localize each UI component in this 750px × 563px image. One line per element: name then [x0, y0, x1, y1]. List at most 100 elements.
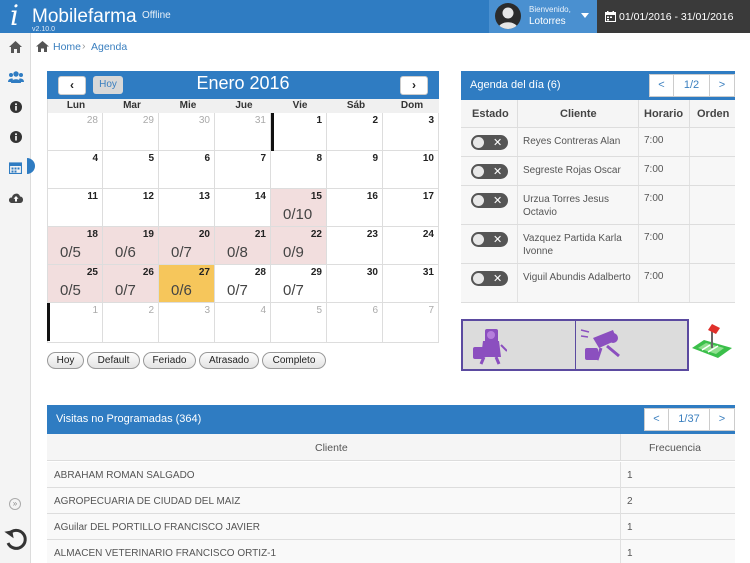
calendar-day-cell[interactable]: 29 0/7	[271, 265, 327, 303]
calendar-day-cell[interactable]: 27 0/6	[159, 265, 215, 303]
calendar-day-cell[interactable]: 18 0/5	[47, 227, 103, 265]
calendar-day-cell[interactable]: 31	[383, 265, 439, 303]
calendar-day-cell[interactable]: 24	[383, 227, 439, 265]
day-number: 25	[86, 267, 98, 278]
visit-status-toggle[interactable]: ✕	[471, 193, 508, 208]
weekday-label: Dom	[400, 100, 424, 111]
legend-hoy-button[interactable]: Hoy	[47, 352, 84, 369]
sidebar-item-sync[interactable]	[0, 183, 31, 211]
calendar-day-cell[interactable]: 13	[159, 189, 215, 227]
calendar-day-cell[interactable]: 31	[215, 113, 271, 151]
legend-completo-button[interactable]: Completo	[262, 352, 326, 369]
map-pin-icon[interactable]	[690, 322, 734, 365]
calendar-day-cell[interactable]: 16	[327, 189, 383, 227]
calendar-day-cell[interactable]: 2	[103, 303, 159, 343]
calendar-day-cell[interactable]: 15 0/10	[271, 189, 327, 227]
table-row[interactable]: ABRAHAM ROMAN SALGADO 1	[47, 462, 735, 488]
calendar-day-cell[interactable]: 8	[271, 151, 327, 189]
legend-atrasado-button[interactable]: Atrasado	[199, 352, 259, 369]
calendar-day-cell[interactable]: 3	[383, 113, 439, 151]
agenda-row[interactable]: ✕ Vazquez Partida Karla Ivonne 7:00	[461, 225, 735, 264]
calendar-day-cell[interactable]: 1	[47, 303, 103, 343]
column-header-frecuencia: Frecuencia	[621, 434, 735, 461]
calendar-day-cell[interactable]: 25 0/5	[47, 265, 103, 303]
day-number: 16	[366, 191, 378, 202]
calendar-day-cell[interactable]: 5	[103, 151, 159, 189]
table-row[interactable]: AGROPECUARIA DE CIUDAD DEL MAIZ 2	[47, 488, 735, 514]
legend-feriado-button[interactable]: Feriado	[143, 352, 196, 369]
sidebar-item-info-1[interactable]	[0, 93, 31, 121]
today-button[interactable]: Hoy	[93, 76, 123, 94]
calendar-day-cell[interactable]: 1	[271, 113, 327, 151]
table-row[interactable]: ALMACEN VETERINARIO FRANCISCO ORTIZ-1 1	[47, 540, 735, 563]
toggle-knob	[473, 137, 484, 148]
calendar-day-cell[interactable]: 30	[327, 265, 383, 303]
calendar-day-cell[interactable]: 5	[271, 303, 327, 343]
calendar-day-cell[interactable]: 7	[383, 303, 439, 343]
calendar-day-cell[interactable]: 17	[383, 189, 439, 227]
visit-count: 0/10	[283, 206, 313, 223]
visit-count: 0/8	[227, 244, 248, 261]
breadcrumb-home-link[interactable]: Home	[53, 41, 81, 53]
pager-prev-button[interactable]: <	[650, 75, 674, 96]
calendar-icon	[9, 161, 22, 174]
agenda-row[interactable]: ✕ Segreste Rojas Oscar 7:00	[461, 157, 735, 186]
calendar-day-cell[interactable]: 21 0/8	[215, 227, 271, 265]
agenda-row[interactable]: ✕ Reyes Contreras Alan 7:00	[461, 128, 735, 157]
prev-month-button[interactable]: ‹	[58, 76, 86, 95]
sidebar-item-info-2[interactable]	[0, 123, 31, 151]
calendar-day-cell[interactable]: 11	[47, 189, 103, 227]
calendar-day-cell[interactable]: 29	[103, 113, 159, 151]
pager-prev-button[interactable]: <	[645, 409, 669, 430]
calendar-day-cell[interactable]: 4	[47, 151, 103, 189]
calendar-day-cell[interactable]: 4	[215, 303, 271, 343]
calendar-day-cell[interactable]: 22 0/9	[271, 227, 327, 265]
welcome-text: Bienvenido,	[529, 5, 571, 14]
visit-status-toggle[interactable]: ✕	[471, 232, 508, 247]
visit-status-toggle[interactable]: ✕	[471, 135, 508, 150]
calendar-day-cell[interactable]: 14	[215, 189, 271, 227]
agenda-row[interactable]: ✕ Viguil Abundis Adalberto 7:00	[461, 264, 735, 303]
calendar-day-cell[interactable]: 28	[47, 113, 103, 151]
walking-vendor-icon[interactable]	[467, 325, 508, 370]
calendar-day-cell[interactable]: 20 0/7	[159, 227, 215, 265]
calendar-day-cell[interactable]: 28 0/7	[215, 265, 271, 303]
visit-status-toggle[interactable]: ✕	[471, 164, 508, 179]
next-month-button[interactable]: ›	[400, 76, 428, 95]
running-vendor-icon[interactable]	[579, 326, 627, 371]
horario-cell	[639, 264, 690, 302]
pager-next-button[interactable]: >	[710, 75, 734, 96]
legend-default-button[interactable]: Default	[87, 352, 140, 369]
table-row[interactable]: AGuilar DEL PORTILLO FRANCISCO JAVIER 1	[47, 514, 735, 540]
visit-status-toggle[interactable]: ✕	[471, 271, 508, 286]
visit-time: 7:00	[644, 135, 664, 146]
info-icon	[9, 101, 22, 113]
day-number: 20	[198, 229, 210, 240]
calendar-day-cell[interactable]: 2	[327, 113, 383, 151]
collapse-sidebar-button[interactable]: »	[9, 498, 21, 510]
calendar-day-cell[interactable]: 7	[215, 151, 271, 189]
calendar-day-cell[interactable]: 23	[327, 227, 383, 265]
refresh-button[interactable]	[3, 527, 29, 553]
calendar-day-cell[interactable]: 9	[327, 151, 383, 189]
calendar-day-cell[interactable]: 26 0/7	[103, 265, 159, 303]
calendar-day-cell[interactable]: 3	[159, 303, 215, 343]
date-range-picker[interactable]: 01/01/2016 - 31/01/2016	[597, 0, 750, 33]
visit-frequency: 1	[627, 548, 633, 559]
sidebar-item-home[interactable]	[0, 33, 31, 61]
calendar: ‹ Hoy Enero 2016 › Lun Mar Mie Jue Vie S…	[47, 71, 439, 345]
calendar-day-cell[interactable]: 30	[159, 113, 215, 151]
user-menu[interactable]: Bienvenido, Lotorres	[489, 0, 597, 33]
calendar-day-cell[interactable]: 19 0/6	[103, 227, 159, 265]
calendar-day-cell[interactable]: 6	[159, 151, 215, 189]
close-icon: ✕	[493, 273, 503, 285]
sidebar: »	[0, 33, 35, 563]
column-divider	[620, 514, 621, 540]
calendar-day-cell[interactable]: 6	[327, 303, 383, 343]
calendar-day-cell[interactable]: 10	[383, 151, 439, 189]
agenda-row[interactable]: ✕ Urzua Torres Jesus Octavio 7:00	[461, 186, 735, 225]
pager-next-button[interactable]: >	[710, 409, 734, 430]
breadcrumb-current[interactable]: Agenda	[91, 41, 127, 53]
calendar-day-cell[interactable]: 12	[103, 189, 159, 227]
sidebar-item-clients[interactable]	[0, 63, 31, 91]
